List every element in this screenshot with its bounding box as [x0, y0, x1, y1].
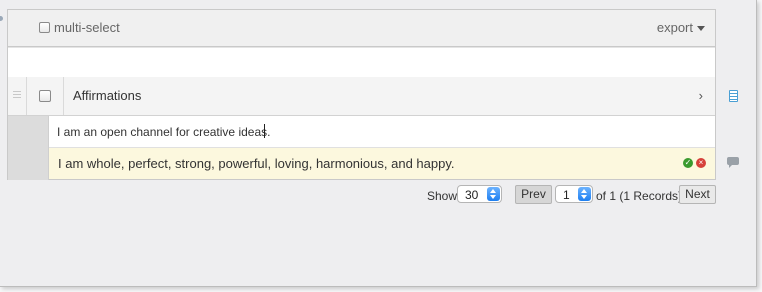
check-circle-icon[interactable]: ✓	[683, 158, 693, 168]
multi-select-label[interactable]: multi-select	[54, 20, 120, 35]
list-header-row[interactable]: Affirmations ›	[8, 77, 715, 116]
prev-button[interactable]: Prev	[515, 185, 552, 204]
window-frame: multi-select export Affirmations › I am	[0, 0, 757, 287]
list-item[interactable]: I am whole, perfect, strong, powerful, l…	[49, 148, 715, 179]
filter-row	[8, 47, 715, 79]
list-panel: multi-select export Affirmations › I am	[7, 9, 717, 180]
list-title: Affirmations	[73, 88, 142, 103]
new-item-input[interactable]	[49, 116, 717, 147]
edge-marker	[0, 16, 3, 21]
page-size-value[interactable]: 30	[465, 188, 478, 202]
select-all-checkbox[interactable]	[39, 90, 51, 102]
chevron-right-icon[interactable]: ›	[699, 88, 703, 103]
comment-icon[interactable]	[727, 157, 739, 168]
toolbar: multi-select export	[8, 10, 715, 47]
text-cursor	[264, 124, 265, 138]
caret-down-icon[interactable]	[697, 26, 705, 31]
list-item-text[interactable]: I am whole, perfect, strong, powerful, l…	[58, 156, 454, 171]
new-item-row[interactable]	[49, 116, 717, 148]
drag-handle-icon[interactable]	[13, 91, 21, 100]
select-all-cell[interactable]	[27, 77, 64, 115]
page-size-select[interactable]: 30	[457, 185, 502, 203]
export-label[interactable]: export	[657, 20, 693, 35]
page-value[interactable]: 1	[563, 188, 570, 202]
show-label: Show	[427, 189, 458, 203]
page-count-text: of 1 (1 Records)	[596, 189, 683, 203]
next-button[interactable]: Next	[679, 185, 716, 204]
export-menu[interactable]: export	[657, 20, 705, 35]
row-gutter	[8, 116, 49, 180]
document-icon[interactable]	[729, 90, 738, 102]
remove-circle-icon[interactable]: ×	[696, 158, 706, 168]
multi-select-toggle[interactable]: multi-select	[39, 20, 120, 35]
drag-handle[interactable]	[8, 77, 27, 115]
multi-select-checkbox[interactable]	[39, 22, 50, 33]
select-arrows-icon[interactable]	[487, 187, 500, 201]
select-arrows-icon[interactable]	[578, 187, 591, 201]
page-select[interactable]: 1	[555, 185, 593, 203]
